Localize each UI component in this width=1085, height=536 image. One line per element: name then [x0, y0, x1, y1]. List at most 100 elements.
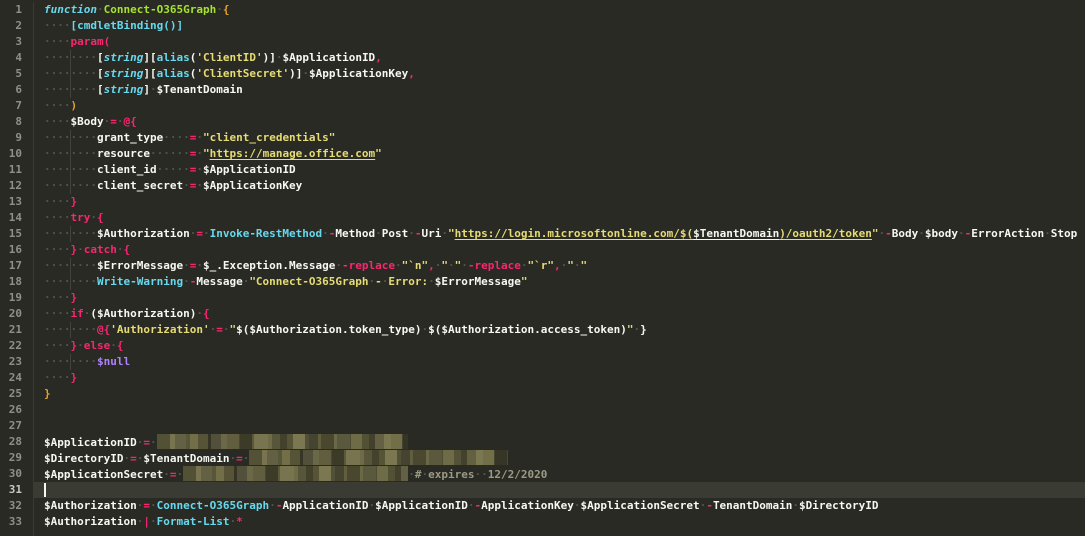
code-token: - — [415, 227, 422, 240]
code-token: " — [375, 147, 382, 160]
line-number[interactable]: 2 — [0, 18, 33, 34]
code-line[interactable]: ····} — [34, 370, 1085, 386]
line-number[interactable]: 25 — [0, 386, 33, 402]
code-token: , — [428, 259, 435, 272]
line-number[interactable]: 8 — [0, 114, 33, 130]
code-token: $Authorization — [44, 515, 137, 528]
code-line[interactable]: ····try·{ — [34, 210, 1085, 226]
code-token: } — [44, 387, 51, 400]
line-number[interactable]: 16 — [0, 242, 33, 258]
line-number[interactable]: 11 — [0, 162, 33, 178]
whitespace-dots: · — [958, 227, 965, 240]
line-number[interactable]: 28 — [0, 434, 33, 450]
line-number[interactable]: 14 — [0, 210, 33, 226]
code-token: )] — [263, 51, 276, 64]
line-number[interactable]: 21 — [0, 322, 33, 338]
line-number[interactable]: 23 — [0, 354, 33, 370]
code-line[interactable]: ········$null — [34, 354, 1085, 370]
whitespace-dots: ····· — [157, 163, 190, 176]
code-line[interactable]: ········$ErrorMessage·=·$_.Exception.Mes… — [34, 258, 1085, 274]
line-number[interactable]: 24 — [0, 370, 33, 386]
line-number[interactable]: 22 — [0, 338, 33, 354]
code-line[interactable] — [34, 402, 1085, 418]
code-token: Connect-O365Graph — [104, 3, 217, 16]
code-line[interactable]: ····param( — [34, 34, 1085, 50]
whitespace-dots: · — [183, 275, 190, 288]
code-token: https://login.microsoftonline.com/$( — [455, 227, 693, 240]
line-number[interactable]: 19 — [0, 290, 33, 306]
code-token: - — [375, 275, 382, 288]
code-token: $ApplicationSecret — [580, 499, 699, 512]
code-line[interactable]: ········@{'Authorization'·=·"$($Authoriz… — [34, 322, 1085, 338]
code-line[interactable]: ········grant_type····=·"client_credenti… — [34, 130, 1085, 146]
code-token: $DirectoryID — [44, 452, 123, 465]
code-token: [ — [97, 83, 104, 96]
code-line[interactable]: ····if·($Authorization)·{ — [34, 306, 1085, 322]
code-line[interactable] — [34, 482, 1085, 498]
whitespace-dots: · — [196, 163, 203, 176]
code-line[interactable]: ····} — [34, 194, 1085, 210]
code-area[interactable]: function·Connect-O365Graph·{····[cmdletB… — [34, 2, 1085, 536]
code-token: Stop — [1051, 227, 1078, 240]
code-line[interactable]: $ApplicationID·=· — [34, 434, 1085, 450]
line-number[interactable]: 12 — [0, 178, 33, 194]
line-number[interactable]: 18 — [0, 274, 33, 290]
line-number[interactable]: 9 — [0, 130, 33, 146]
code-token: else — [84, 339, 111, 352]
code-token: $TenantDomain — [693, 227, 779, 240]
line-number[interactable]: 15 — [0, 226, 33, 242]
code-line[interactable]: ········$Authorization·=·Invoke-RestMeth… — [34, 226, 1085, 242]
indent-guide — [70, 130, 71, 146]
code-line[interactable]: $DirectoryID·=·$TenantDomain·=· — [34, 450, 1085, 466]
code-line[interactable]: } — [34, 386, 1085, 402]
line-number[interactable]: 1 — [0, 2, 33, 18]
code-token: Error: — [388, 275, 428, 288]
line-number[interactable]: 4 — [0, 50, 33, 66]
line-number[interactable]: 3 — [0, 34, 33, 50]
line-number[interactable]: 31 — [0, 482, 33, 498]
whitespace-dots: · — [428, 275, 435, 288]
code-line[interactable]: function·Connect-O365Graph·{ — [34, 2, 1085, 18]
code-line[interactable]: ········Write-Warning·-Message·"Connect-… — [34, 274, 1085, 290]
code-line[interactable]: ········[string]·$TenantDomain — [34, 82, 1085, 98]
code-line[interactable] — [34, 418, 1085, 434]
code-token: $DirectoryID — [799, 499, 878, 512]
whitespace-dots: · — [183, 259, 190, 272]
line-number[interactable]: 33 — [0, 514, 33, 530]
code-line[interactable]: $Authorization·=·Connect-O365Graph·-Appl… — [34, 498, 1085, 514]
code-token: catch — [84, 243, 117, 256]
line-number[interactable]: 32 — [0, 498, 33, 514]
code-line[interactable]: $ApplicationSecret·=··#·expires··12/2/20… — [34, 466, 1085, 482]
code-line[interactable]: ····}·else·{ — [34, 338, 1085, 354]
code-line[interactable]: ····} — [34, 290, 1085, 306]
code-line[interactable]: ····$Body·=·@{ — [34, 114, 1085, 130]
code-token: = — [143, 436, 150, 449]
line-number[interactable]: 17 — [0, 258, 33, 274]
code-token: $_.Exception.Message — [203, 259, 335, 272]
code-line[interactable]: ········resource······=·"https://manage.… — [34, 146, 1085, 162]
line-number[interactable]: 20 — [0, 306, 33, 322]
line-number[interactable]: 10 — [0, 146, 33, 162]
code-editor[interactable]: 1234567891011121314151617181920212223242… — [0, 0, 1085, 536]
line-number[interactable]: 5 — [0, 66, 33, 82]
code-token: $ErrorMessage — [435, 275, 521, 288]
whitespace-dots: · — [322, 227, 329, 240]
line-number[interactable]: 7 — [0, 98, 33, 114]
code-token: $ApplicationKey — [203, 179, 302, 192]
code-line[interactable]: ········[string][alias('ClientSecret')]·… — [34, 66, 1085, 82]
code-line[interactable]: ····[cmdletBinding()] — [34, 18, 1085, 34]
line-number[interactable]: 13 — [0, 194, 33, 210]
code-line[interactable]: ········client_id·····=·$ApplicationID — [34, 162, 1085, 178]
code-token: " — [872, 227, 879, 240]
line-number[interactable]: 26 — [0, 402, 33, 418]
line-number[interactable]: 29 — [0, 450, 33, 466]
code-line[interactable]: ········client_secret·=·$ApplicationKey — [34, 178, 1085, 194]
code-line[interactable]: $Authorization·|·Format-List·* — [34, 514, 1085, 530]
code-line[interactable]: ····) — [34, 98, 1085, 114]
line-number[interactable]: 6 — [0, 82, 33, 98]
line-number[interactable]: 30 — [0, 466, 33, 482]
line-number[interactable]: 27 — [0, 418, 33, 434]
code-line[interactable]: ····}·catch·{ — [34, 242, 1085, 258]
code-line[interactable]: ········[string][alias('ClientID')]·$App… — [34, 50, 1085, 66]
code-token: Format-List — [157, 515, 230, 528]
